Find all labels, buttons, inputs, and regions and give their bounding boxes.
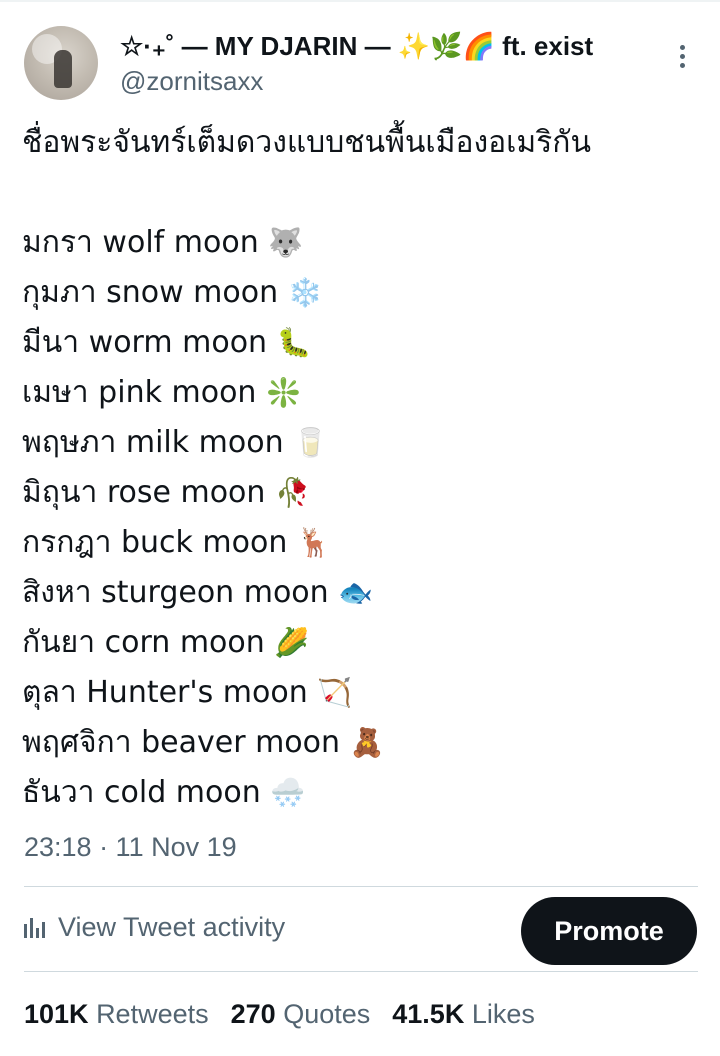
bar-chart-icon	[24, 917, 48, 938]
view-tweet-activity-link[interactable]: View Tweet activity	[24, 912, 285, 943]
moon-line: มิถุนา rose moon 🥀	[22, 468, 702, 518]
moon-line-text: พฤษภา milk moon	[22, 425, 284, 460]
moon-emoji-icon: 🦌	[296, 526, 332, 559]
moon-line: กุมภา snow moon ❄️	[22, 268, 702, 318]
avatar-figure	[54, 50, 72, 88]
moon-emoji-icon: 🐺	[268, 226, 304, 259]
likes-label: Likes	[471, 999, 535, 1029]
retweets-count: 101K	[24, 999, 89, 1029]
moon-line: ธันวา cold moon 🌨️	[22, 768, 702, 818]
moon-line-text: มิถุนา rose moon	[22, 475, 266, 510]
top-border	[0, 0, 720, 2]
more-dot-icon	[679, 53, 685, 59]
moon-line-text: พฤศจิกา beaver moon	[22, 725, 341, 760]
moon-line-text: กันยา corn moon	[22, 625, 265, 660]
moon-line-text: มีนา worm moon	[22, 325, 268, 360]
quotes-stat[interactable]: 270 Quotes	[231, 996, 371, 1032]
moon-line: เมษา pink moon ❇️	[22, 368, 702, 418]
moon-emoji-icon: 🥛	[293, 426, 329, 459]
moon-line-text: เมษา pink moon	[22, 375, 257, 410]
tweet-timestamp[interactable]: 23:18 · 11 Nov 19	[24, 830, 237, 864]
likes-stat[interactable]: 41.5K Likes	[392, 996, 535, 1032]
moon-emoji-icon: ❄️	[287, 276, 323, 309]
moon-emoji-icon: 🌨️	[270, 776, 306, 809]
more-dot-icon	[679, 62, 685, 68]
moon-line: กันยา corn moon 🌽	[22, 618, 702, 668]
moon-line: พฤศจิกา beaver moon 🧸	[22, 718, 702, 768]
moon-line-text: มกรา wolf moon	[22, 225, 259, 260]
moon-line: พฤษภา milk moon 🥛	[22, 418, 702, 468]
moon-line-text: สิงหา sturgeon moon	[22, 575, 329, 610]
moon-line: มกรา wolf moon 🐺	[22, 218, 702, 268]
tweet-text: ชื่อพระจันทร์เต็มดวงแบบชนพื้นเมืองอเมริก…	[22, 118, 702, 818]
divider	[24, 971, 698, 972]
engagement-stats: 101K Retweets 270 Quotes 41.5K Likes	[24, 996, 535, 1032]
divider	[24, 886, 698, 887]
moon-line-text: ตุลา Hunter's moon	[22, 675, 308, 710]
quotes-label: Quotes	[283, 999, 371, 1029]
more-options-button[interactable]	[664, 38, 700, 74]
avatar[interactable]	[24, 26, 98, 100]
moon-line-text: ธันวา cold moon	[22, 775, 261, 810]
moon-emoji-icon: ❇️	[265, 376, 301, 409]
moon-line-text: กรกฎา buck moon	[22, 525, 288, 560]
moon-emoji-icon: 🧸	[349, 726, 385, 759]
moon-emoji-icon: 🏹	[317, 676, 353, 709]
author-display-name[interactable]: ☆·₊˚ — MY DJARIN — ✨🌿🌈 ft. exist	[120, 30, 593, 62]
retweets-stat[interactable]: 101K Retweets	[24, 996, 209, 1032]
tweet-title-line: ชื่อพระจันทร์เต็มดวงแบบชนพื้นเมืองอเมริก…	[22, 125, 591, 160]
retweets-label: Retweets	[96, 999, 209, 1029]
moon-emoji-icon: 🐛	[276, 326, 312, 359]
moon-list: มกรา wolf moon 🐺 กุมภา snow moon ❄️ มีนา w…	[22, 218, 702, 818]
author-username[interactable]: @zornitsaxx	[120, 66, 263, 96]
moon-line: ตุลา Hunter's moon 🏹	[22, 668, 702, 718]
moon-line: สิงหา sturgeon moon 🐟	[22, 568, 702, 618]
likes-count: 41.5K	[392, 999, 465, 1029]
moon-emoji-icon: 🐟	[338, 576, 374, 609]
moon-line-text: กุมภา snow moon	[22, 275, 279, 310]
activity-label: View Tweet activity	[58, 912, 286, 942]
more-dot-icon	[679, 44, 685, 50]
moon-line: มีนา worm moon 🐛	[22, 318, 702, 368]
promote-button[interactable]: Promote	[521, 897, 697, 965]
moon-line: กรกฎา buck moon 🦌	[22, 518, 702, 568]
moon-emoji-icon: 🌽	[274, 626, 310, 659]
quotes-count: 270	[230, 999, 276, 1029]
moon-emoji-icon: 🥀	[274, 476, 310, 509]
